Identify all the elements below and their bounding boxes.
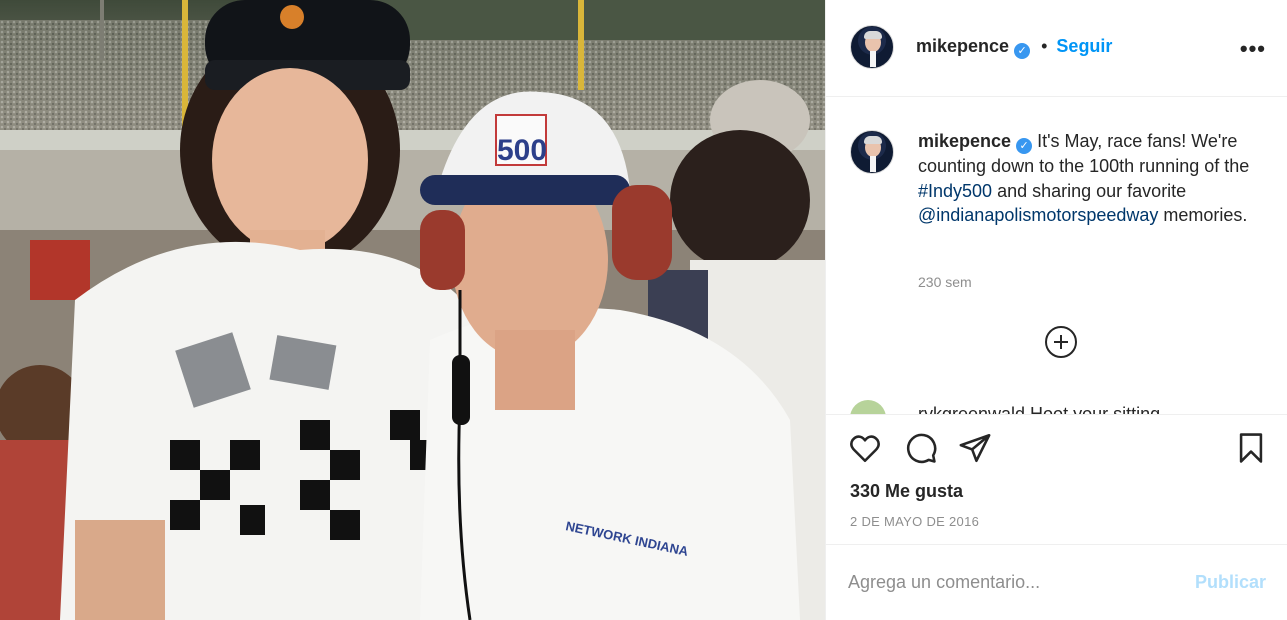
heart-icon[interactable] bbox=[848, 431, 882, 465]
avatar-shirt bbox=[870, 156, 876, 172]
comments-area: mikepence ✓ It's May, race fans! We're c… bbox=[826, 98, 1287, 414]
publish-button[interactable]: Publicar bbox=[1195, 572, 1266, 593]
post-date[interactable]: 2 DE MAYO DE 2016 bbox=[850, 514, 979, 529]
bookmark-icon[interactable] bbox=[1234, 431, 1268, 465]
caption-text: mikepence ✓ It's May, race fans! We're c… bbox=[918, 129, 1263, 228]
mention-link[interactable]: @indianapolismotorspeedway bbox=[918, 205, 1158, 225]
next-comment-partial: rykgreenwald Hoot your sitting bbox=[850, 400, 1270, 414]
more-options-icon[interactable]: ••• bbox=[1240, 36, 1266, 62]
verified-badge-icon: ✓ bbox=[1014, 43, 1031, 59]
separator-dot: • bbox=[1041, 36, 1048, 56]
caption-author-avatar[interactable] bbox=[850, 130, 894, 174]
author-line: mikepence ✓ • Seguir bbox=[916, 36, 1112, 59]
avatar-shirt bbox=[870, 51, 876, 67]
author-avatar[interactable] bbox=[850, 25, 894, 69]
post-photo[interactable]: 500 NETWORK INDIANA bbox=[0, 0, 825, 620]
likes-count[interactable]: 330 Me gusta bbox=[850, 481, 963, 502]
comment-input[interactable] bbox=[848, 567, 1178, 597]
caption-part-3: memories. bbox=[1158, 205, 1248, 225]
hashtag-link[interactable]: #Indy500 bbox=[918, 181, 992, 201]
plus-circle-icon[interactable] bbox=[1045, 326, 1077, 358]
caption-username[interactable]: mikepence bbox=[918, 131, 1011, 151]
post-photo-illustration: 500 NETWORK INDIANA bbox=[0, 0, 825, 620]
post-side-panel: mikepence ✓ • Seguir ••• mikepence ✓ It'… bbox=[825, 0, 1287, 620]
commenter-avatar[interactable] bbox=[850, 400, 886, 414]
avatar-hair bbox=[864, 136, 882, 144]
post-actions: 330 Me gusta 2 DE MAYO DE 2016 bbox=[826, 414, 1287, 544]
add-comment-bar: Publicar bbox=[826, 544, 1287, 620]
author-username[interactable]: mikepence bbox=[916, 36, 1009, 56]
caption-time[interactable]: 230 sem bbox=[918, 274, 972, 290]
comment-icon[interactable] bbox=[904, 431, 938, 465]
avatar-hair bbox=[864, 31, 882, 39]
post-header: mikepence ✓ • Seguir ••• bbox=[826, 0, 1287, 97]
cap-500-text: 500 bbox=[497, 134, 547, 167]
follow-button[interactable]: Seguir bbox=[1056, 36, 1112, 56]
caption-part-2: and sharing our favorite bbox=[992, 180, 1187, 201]
verified-badge-icon: ✓ bbox=[1016, 138, 1033, 154]
paper-plane-icon[interactable] bbox=[958, 431, 992, 465]
next-comment-text: rykgreenwald Hoot your sitting bbox=[918, 404, 1161, 414]
